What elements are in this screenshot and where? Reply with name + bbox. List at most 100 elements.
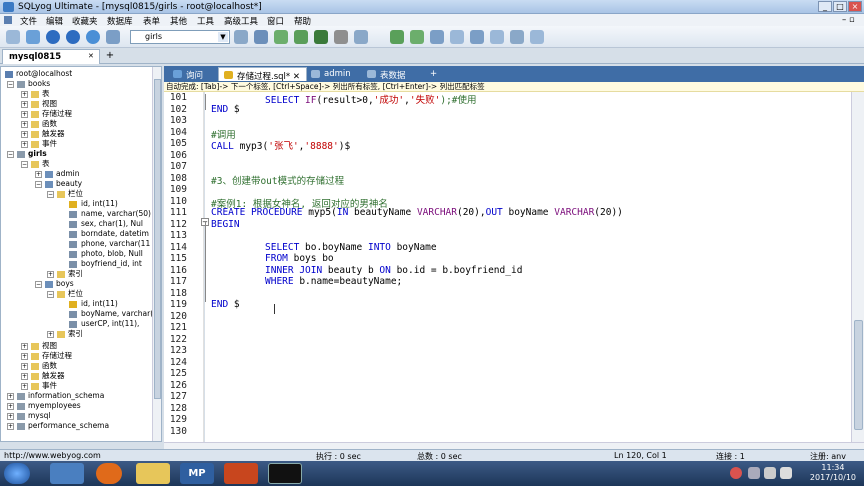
schema-icon[interactable] (334, 30, 348, 44)
tree-beauty-indexes[interactable]: 索引 (57, 269, 83, 279)
tree-db-books[interactable]: books (17, 79, 50, 89)
tree-column[interactable]: boyfriend_id, int (69, 259, 142, 269)
format-icon[interactable] (470, 30, 484, 44)
folder-icon[interactable] (136, 463, 170, 484)
tab-query[interactable]: 询问 (168, 67, 209, 81)
expand-icon[interactable]: + (21, 111, 28, 118)
execute-icon[interactable] (46, 30, 60, 44)
tree-column[interactable]: sex, char(1), Nul (69, 219, 143, 229)
expand-icon[interactable]: − (7, 81, 14, 88)
tree-girls-tables[interactable]: 表 (31, 159, 50, 169)
tree-girls-views[interactable]: 视图 (31, 341, 57, 351)
stop-icon[interactable] (106, 30, 120, 44)
expand-icon[interactable]: + (21, 131, 28, 138)
comment-icon[interactable] (490, 30, 504, 44)
profiler-icon[interactable] (450, 30, 464, 44)
sync-icon[interactable] (314, 30, 328, 44)
tree-girls-triggers[interactable]: 触发器 (31, 371, 65, 381)
sql-editor[interactable]: SELECT IF(result>0,'成功','失败');#使用 END $ … (205, 92, 851, 442)
tree-column[interactable]: id, int(11) (69, 199, 118, 209)
start-button[interactable] (4, 463, 30, 484)
tree-books-events[interactable]: 事件 (31, 139, 57, 149)
add-connection-icon[interactable]: + (104, 50, 116, 62)
tree-books-views[interactable]: 视图 (31, 99, 57, 109)
keyboard-icon[interactable] (748, 467, 760, 479)
connection-tab[interactable]: mysql0815 (2, 49, 100, 64)
volume-icon[interactable] (780, 467, 792, 479)
tree-books-procs[interactable]: 存储过程 (31, 109, 72, 119)
notes-icon[interactable] (530, 30, 544, 44)
tree-db-myemployees[interactable]: myemployees (17, 401, 81, 411)
tree-column[interactable]: photo, blob, Null (69, 249, 143, 259)
tree-table-beauty[interactable]: beauty (45, 179, 82, 189)
expand-icon[interactable]: + (47, 331, 54, 338)
expand-icon[interactable]: + (35, 171, 42, 178)
expand-icon[interactable]: + (21, 363, 28, 370)
tree-boys-indexes[interactable]: 索引 (57, 329, 83, 339)
user-icon[interactable] (234, 30, 248, 44)
minimize-button[interactable]: _ (818, 1, 832, 12)
new-connection-icon[interactable] (6, 30, 20, 44)
tree-db-performance-schema[interactable]: performance_schema (17, 421, 109, 431)
tree-boys-columns[interactable]: 栏位 (57, 289, 83, 299)
tree-db-mysql[interactable]: mysql (17, 411, 51, 421)
expand-icon[interactable]: + (21, 101, 28, 108)
tree-db-girls[interactable]: girls (17, 149, 47, 159)
tree-girls-events[interactable]: 事件 (31, 381, 57, 391)
uncomment-icon[interactable] (510, 30, 524, 44)
network-icon[interactable] (764, 467, 776, 479)
scrollbar-thumb[interactable] (854, 320, 863, 430)
restore-icon[interactable] (294, 30, 308, 44)
tree-column[interactable]: boyName, varchar( (69, 309, 153, 319)
import-icon[interactable] (354, 30, 368, 44)
maximize-button[interactable]: □ (833, 1, 847, 12)
tree-table-boys[interactable]: boys (45, 279, 74, 289)
tree-books-triggers[interactable]: 触发器 (31, 129, 65, 139)
tray-icon[interactable] (730, 467, 742, 479)
expand-icon[interactable]: − (35, 181, 42, 188)
close-icon[interactable]: ✕ (88, 52, 94, 60)
editor-scrollbar[interactable] (851, 92, 864, 442)
tree-books-functions[interactable]: 函数 (31, 119, 57, 129)
tree-table-admin[interactable]: admin (45, 169, 80, 179)
tree-girls-procs[interactable]: 存储过程 (31, 351, 72, 361)
connect-icon[interactable] (26, 30, 40, 44)
expand-icon[interactable]: + (7, 393, 14, 400)
terminal-icon[interactable] (268, 463, 302, 484)
tree-root[interactable]: root@localhost (5, 69, 72, 79)
expand-icon[interactable]: − (35, 281, 42, 288)
tab-admin[interactable]: admin (306, 67, 357, 81)
database-select[interactable]: girls ▼ (130, 30, 230, 44)
firefox-icon[interactable] (96, 463, 122, 484)
tree-girls-functions[interactable]: 函数 (31, 361, 57, 371)
backup-icon[interactable] (274, 30, 288, 44)
tree-beauty-columns[interactable]: 栏位 (57, 189, 83, 199)
scrollbar-thumb[interactable] (154, 79, 161, 399)
query-builder-icon[interactable] (410, 30, 424, 44)
designer-icon[interactable] (430, 30, 444, 44)
expand-icon[interactable]: − (47, 191, 54, 198)
expand-icon[interactable]: + (21, 343, 28, 350)
tree-column[interactable]: phone, varchar(11 (69, 239, 150, 249)
tree-scrollbar[interactable] (152, 67, 161, 441)
close-icon[interactable]: ✕ (293, 72, 300, 82)
expand-icon[interactable]: + (7, 423, 14, 430)
add-tab-button[interactable]: + (426, 67, 443, 81)
tree-db-information-schema[interactable]: information_schema (17, 391, 104, 401)
tree-column[interactable]: id, int(11) (69, 299, 118, 309)
ie-icon[interactable] (50, 463, 84, 484)
tree-column[interactable]: userCP, int(11), (69, 319, 139, 329)
expand-icon[interactable]: + (7, 403, 14, 410)
tab-stored-procedure[interactable]: 存储过程.sql* ✕ (218, 67, 307, 82)
tree-books-tables[interactable]: 表 (31, 89, 50, 99)
tree-column[interactable]: borndate, datetim (69, 229, 149, 239)
status-url[interactable]: http://www.webyog.com (4, 451, 101, 460)
clock[interactable]: 11:34 2017/10/10 (810, 463, 856, 483)
copy-db-icon[interactable] (390, 30, 404, 44)
expand-icon[interactable]: + (47, 271, 54, 278)
expand-icon[interactable]: + (21, 91, 28, 98)
expand-icon[interactable]: − (21, 161, 28, 168)
refresh-icon[interactable] (86, 30, 100, 44)
expand-icon[interactable]: + (7, 413, 14, 420)
mp-app-icon[interactable]: MP (180, 463, 214, 484)
